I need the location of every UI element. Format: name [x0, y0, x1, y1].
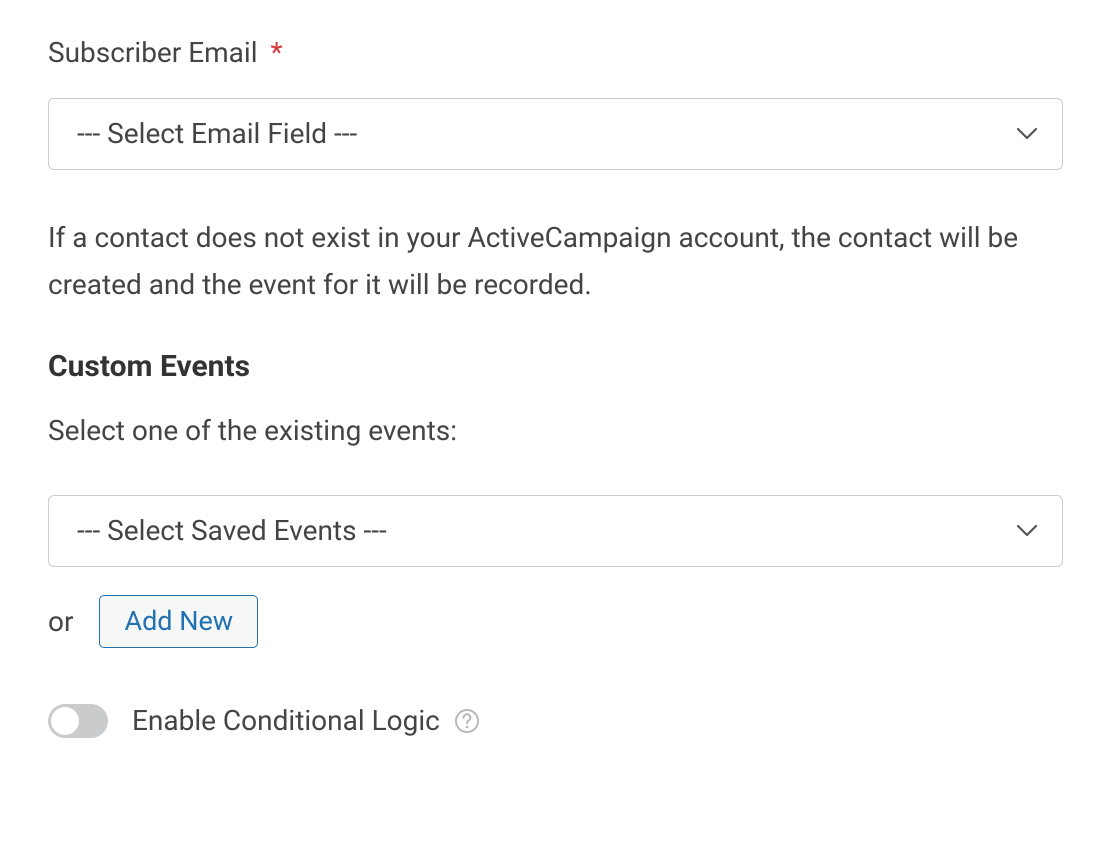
conditional-logic-label: Enable Conditional Logic	[132, 704, 480, 737]
conditional-logic-toggle[interactable]	[48, 704, 108, 738]
saved-events-select-value: --- Select Saved Events ---	[77, 514, 387, 547]
conditional-logic-row: Enable Conditional Logic	[48, 704, 1068, 738]
required-asterisk: *	[270, 36, 282, 69]
chevron-down-icon	[1016, 524, 1038, 538]
or-row: or Add New	[48, 595, 1068, 648]
toggle-knob	[51, 707, 79, 735]
custom-events-heading: Custom Events	[48, 349, 1068, 384]
subscriber-email-label: Subscriber Email *	[48, 36, 1068, 70]
custom-events-subtext: Select one of the existing events:	[48, 414, 1068, 447]
subscriber-email-select[interactable]: --- Select Email Field ---	[48, 98, 1063, 170]
subscriber-email-select-value: --- Select Email Field ---	[77, 117, 357, 150]
contact-help-text: If a contact does not exist in your Acti…	[48, 214, 1063, 309]
saved-events-select[interactable]: --- Select Saved Events ---	[48, 495, 1063, 567]
or-text: or	[48, 605, 73, 638]
conditional-logic-label-text: Enable Conditional Logic	[132, 704, 440, 737]
help-icon[interactable]	[454, 708, 480, 734]
subscriber-email-label-text: Subscriber Email	[48, 36, 258, 69]
chevron-down-icon	[1016, 127, 1038, 141]
add-new-button[interactable]: Add New	[99, 595, 258, 648]
